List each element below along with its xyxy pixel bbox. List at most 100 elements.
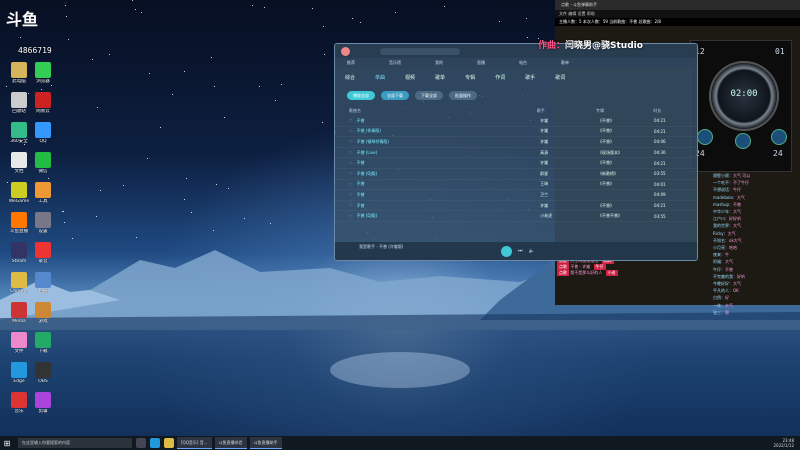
tab-7[interactable]: 歌词: [555, 74, 565, 81]
danmaku-user: 我的世界: [713, 223, 729, 229]
heart-icon[interactable]: ♡: [349, 171, 353, 176]
tab-6[interactable]: 歌手: [525, 74, 535, 81]
song-title: 不曾 (伴奏版): [356, 128, 381, 134]
danmaku-item: 一休：大气: [713, 302, 733, 308]
song-row[interactable]: ♡ 不曾 王琦 《不曾》 04:01: [335, 180, 697, 191]
song-title: 不曾 (DJ版): [356, 170, 378, 176]
clock-knob-right[interactable]: [771, 129, 787, 145]
song-row[interactable]: ♡ 不曾 许嵩 《不曾》 04:21: [335, 116, 697, 127]
desktop-icon[interactable]: 相册: [28, 272, 58, 306]
song-duration: 04:09: [654, 192, 666, 198]
clock-knob-mid[interactable]: [735, 133, 751, 149]
subnav-item[interactable]: 直播: [477, 60, 485, 66]
heart-icon[interactable]: ♡: [349, 139, 353, 144]
play-button[interactable]: [501, 245, 512, 257]
desktop-icon[interactable]: 下载: [28, 332, 58, 366]
tab-5[interactable]: 作词: [495, 74, 505, 81]
song-title: 不曾 (钢琴抒情版): [356, 138, 389, 144]
danmaku-item: 今晚好好：大气: [713, 281, 741, 287]
danmaku-item: 夜来：牛: [713, 252, 729, 258]
song-row[interactable]: ♡ 不曾 (Live) 高清 《现场版本》 04:30: [335, 148, 697, 159]
tab-0[interactable]: 综合: [345, 74, 355, 81]
tab-2[interactable]: 视频: [405, 74, 415, 81]
subnav-item[interactable]: 推荐: [347, 60, 355, 66]
heart-icon[interactable]: ♡: [349, 214, 353, 219]
taskbar-app[interactable]: 斗鱼直播伴侣: [214, 437, 247, 449]
song-table-header: 歌曲名 歌手 专辑 时长: [335, 106, 697, 116]
heart-icon[interactable]: ♡: [349, 150, 353, 155]
action-button[interactable]: 全部下载: [381, 91, 409, 100]
tab-1[interactable]: 单曲: [375, 74, 385, 81]
song-row[interactable]: ♡ 不曾 (钢琴抒情版) 许嵩 《不曾》 04:06: [335, 137, 697, 148]
subnav-item[interactable]: 音乐馆: [389, 60, 401, 66]
desktop-icon[interactable]: OBS: [28, 362, 58, 396]
song-album: 《不曾》: [598, 202, 615, 208]
heart-icon[interactable]: ♡: [349, 118, 353, 123]
song-artist: 群星: [540, 170, 549, 176]
avatar[interactable]: [341, 46, 350, 56]
danmaku-user: 阿福: [713, 259, 721, 265]
subnav-item[interactable]: 电台: [519, 60, 527, 66]
search-input[interactable]: [380, 47, 460, 55]
desktop-icon[interactable]: 工具: [28, 182, 58, 216]
danmaku-item: 不完美的我：好听: [713, 273, 745, 279]
desktop-icon[interactable]: 浏览器: [28, 62, 58, 96]
song-duration: 03:55: [654, 171, 666, 177]
song-duration: 04:21: [654, 128, 666, 134]
windows-start-icon[interactable]: ⊞: [0, 436, 14, 450]
song-duration: 04:21: [654, 203, 666, 209]
heart-icon[interactable]: ♡: [349, 161, 353, 166]
song-row[interactable]: ♡ 不曾 (伴奏版) 许嵩 《不曾》 04:21: [335, 127, 697, 138]
taskbar-app[interactable]: 斗鱼直播助手: [249, 437, 282, 449]
danmaku-item: 我的世界：大气: [713, 223, 741, 229]
song-row[interactable]: ♡ 不曾 (DJ版) 群星 《新歌榜》 03:55: [335, 169, 697, 180]
action-button[interactable]: 下载全部: [415, 91, 443, 100]
danmaku-user: 小月亮: [713, 245, 725, 251]
desktop-icon[interactable]: QQ: [28, 122, 58, 156]
app-icon: [11, 272, 27, 288]
danmaku-msg: 大气: [727, 230, 736, 236]
song-artist: 许嵩: [540, 202, 549, 208]
desktop-icon[interactable]: 录音: [28, 242, 58, 276]
heart-icon[interactable]: ♡: [349, 182, 353, 187]
desktop-icon[interactable]: 网易云: [28, 92, 58, 126]
douyu-logo: 斗鱼: [6, 10, 39, 29]
desktop-icon[interactable]: 微信: [28, 152, 58, 186]
song-artist: 王琦: [540, 181, 549, 187]
action-button[interactable]: 播放全部: [347, 91, 375, 100]
music-player-window[interactable]: 推荐 音乐馆 我的 直播 电台 歌单 综合 单曲 视频 歌单 专辑 作词 歌手 歌词 播放全部 全部下载下…: [334, 43, 698, 261]
song-row[interactable]: ♡ 不曾 (DJ版) 小老虎 《不曾不曾》 03:55: [335, 211, 697, 222]
app-icon: [35, 302, 51, 318]
taskbar-app[interactable]: [QQ音乐] 音...: [177, 437, 212, 449]
action-button[interactable]: 批量操作: [449, 91, 477, 100]
task-view-icon[interactable]: [136, 438, 146, 448]
danmaku-msg: ok大气: [729, 237, 742, 243]
app-icon: [35, 242, 51, 258]
clock-bottom-right: 24: [773, 149, 783, 158]
danmaku-msg: 稳: [725, 309, 729, 315]
app-icon: [35, 272, 51, 288]
song-title: 不曾 (Live): [356, 149, 378, 155]
heart-icon[interactable]: ♡: [349, 203, 353, 208]
clock-knob-left[interactable]: [697, 129, 713, 145]
edge-icon[interactable]: [150, 438, 160, 448]
tab-4[interactable]: 专辑: [465, 74, 475, 81]
subnav-item[interactable]: 歌单: [561, 60, 569, 66]
taskbar-search[interactable]: 在这里输入你要搜索的内容: [18, 438, 132, 448]
tab-3[interactable]: 歌单: [435, 74, 445, 81]
desktop-icon[interactable]: 游戏: [28, 302, 58, 336]
danmaku-item: mashup：不曾: [713, 201, 742, 207]
danmaku-msg: 大气: [725, 259, 733, 265]
heart-icon[interactable]: ♡: [349, 129, 353, 134]
danmaku-user: 隔壁小顾: [713, 173, 729, 178]
song-row[interactable]: ♡ 不曾 许嵩 《不曾》 04:21: [335, 158, 697, 169]
folder-icon[interactable]: [164, 438, 174, 448]
song-row[interactable]: ♡ 不曾 卫兰 04:09: [335, 190, 697, 201]
desktop-icon[interactable]: 设置: [28, 212, 58, 246]
song-row[interactable]: ♡ 不曾 许嵩 《不曾》 04:21: [335, 201, 697, 212]
volume-icon[interactable]: 🔈: [529, 248, 535, 254]
subnav-item[interactable]: 我的: [435, 60, 443, 66]
heart-icon[interactable]: ♡: [349, 192, 353, 197]
desktop-icon[interactable]: 剪辑: [28, 392, 58, 426]
next-icon[interactable]: ⏭: [518, 248, 523, 254]
